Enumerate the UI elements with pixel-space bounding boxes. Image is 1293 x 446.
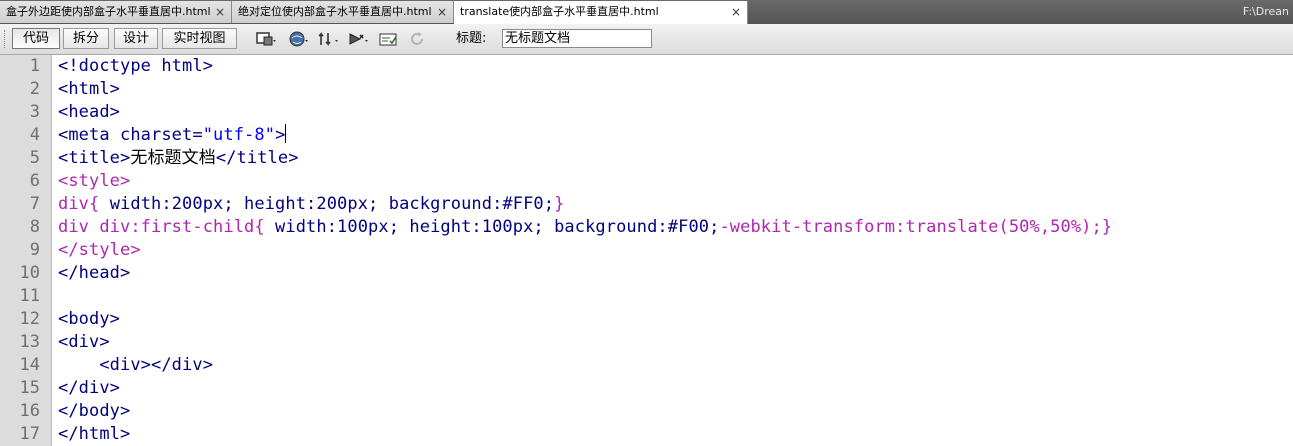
- text-cursor: [285, 124, 287, 143]
- line-number: 12: [19, 309, 40, 329]
- code-line-2: <html>: [58, 79, 121, 99]
- css-selector: div{: [58, 194, 110, 214]
- line-number: 13: [19, 332, 40, 352]
- split-view-button[interactable]: 拆分: [63, 28, 109, 49]
- live-view-button[interactable]: 实时视图: [162, 28, 237, 49]
- line-number: 11: [19, 286, 40, 306]
- css-declarations: width:200px; height:200px; background:#F…: [109, 194, 555, 214]
- line-number: 15: [19, 378, 40, 398]
- code-string: "utf-8": [202, 125, 276, 145]
- line-number: 2: [29, 79, 40, 99]
- code-line-14: <div></div>: [58, 355, 214, 375]
- css-brace: }: [554, 194, 565, 214]
- code-token: </title>: [215, 148, 299, 168]
- refresh-icon[interactable]: [407, 29, 429, 49]
- debug-icon[interactable]: [348, 29, 370, 49]
- code-line-8: div div:first-child{ width:100px; height…: [58, 216, 1112, 239]
- line-number-gutter: 1 2 3 4 5 6 7 8 9 10 11 12 13 14 15 16 1…: [0, 55, 52, 446]
- close-icon[interactable]: ×: [437, 1, 447, 23]
- code-line-16: </body>: [58, 401, 131, 421]
- code-line-1: <!doctype html>: [58, 56, 214, 76]
- line-number: 3: [29, 102, 40, 122]
- close-icon[interactable]: ×: [731, 1, 741, 23]
- line-number: 1: [29, 56, 40, 76]
- file-path: F:\Drean: [1242, 5, 1289, 18]
- css-brace: }: [1101, 217, 1113, 237]
- tab-label: 盒子外边距使内部盒子水平垂直居中.html: [6, 5, 211, 18]
- line-number: 5: [29, 148, 40, 168]
- line-number: 9: [29, 240, 40, 260]
- code-token: <meta charset=: [58, 125, 203, 145]
- code-text: 无标题文档: [130, 148, 216, 168]
- code-line-9: </style>: [58, 240, 141, 260]
- code-line-10: </head>: [58, 263, 131, 283]
- file-management-icon[interactable]: [318, 29, 340, 49]
- code-line-7: div{ width:200px; height:200px; backgrou…: [58, 193, 564, 216]
- code-token: >: [275, 125, 286, 145]
- line-number: 17: [19, 424, 40, 444]
- design-view-button[interactable]: 设计: [114, 28, 158, 49]
- tab-translate-center[interactable]: translate使内部盒子水平垂直居中.html ×: [454, 1, 748, 24]
- line-number: 7: [29, 194, 40, 214]
- line-number: 10: [19, 263, 40, 283]
- code-view-button[interactable]: 代码: [12, 28, 60, 49]
- code-token: <title>: [58, 148, 131, 168]
- title-label: 标题:: [456, 31, 487, 46]
- tab-margin-center[interactable]: 盒子外边距使内部盒子水平垂直居中.html ×: [0, 1, 232, 23]
- line-number: 14: [19, 355, 40, 375]
- document-toolbar: 代码 拆分 设计 实时视图 标题: 无标题文档: [0, 24, 1293, 55]
- line-number: 4: [29, 125, 40, 145]
- code-line-6: <style>: [58, 171, 131, 191]
- line-number: 8: [29, 217, 40, 237]
- code-line-17: </html>: [58, 424, 131, 444]
- code-line-3: <head>: [58, 102, 121, 122]
- preview-browser-icon[interactable]: [288, 29, 310, 49]
- multiscreen-icon[interactable]: [256, 29, 278, 49]
- tab-absolute-center[interactable]: 绝对定位使内部盒子水平垂直居中.html ×: [232, 1, 454, 23]
- code-line-13: <div>: [58, 332, 110, 352]
- line-number: 6: [29, 171, 40, 191]
- tab-label: 绝对定位使内部盒子水平垂直居中.html: [238, 5, 432, 18]
- code-line-5: <title>无标题文档</title>: [58, 147, 299, 170]
- css-selector: div div:first-child{: [58, 217, 276, 237]
- code-line-4: <meta charset="utf-8">: [58, 124, 287, 147]
- close-icon[interactable]: ×: [215, 1, 225, 23]
- code-line-12: <body>: [58, 309, 121, 329]
- code-line-15: </div>: [58, 378, 121, 398]
- document-title-input[interactable]: 无标题文档: [502, 29, 652, 48]
- tab-label: translate使内部盒子水平垂直居中.html: [460, 5, 659, 18]
- document-tab-bar: 盒子外边距使内部盒子水平垂直居中.html × 绝对定位使内部盒子水平垂直居中.…: [0, 0, 1293, 25]
- css-declarations: width:100px; height:100px; background:#F…: [275, 217, 720, 237]
- visual-aids-icon[interactable]: [378, 29, 400, 49]
- css-vendor-declaration: -webkit-transform:translate(50%,50%);: [719, 217, 1102, 237]
- toolbar-grip: [4, 30, 8, 48]
- code-editor[interactable]: 1 2 3 4 5 6 7 8 9 10 11 12 13 14 15 16 1…: [0, 55, 1293, 446]
- line-number: 16: [19, 401, 40, 421]
